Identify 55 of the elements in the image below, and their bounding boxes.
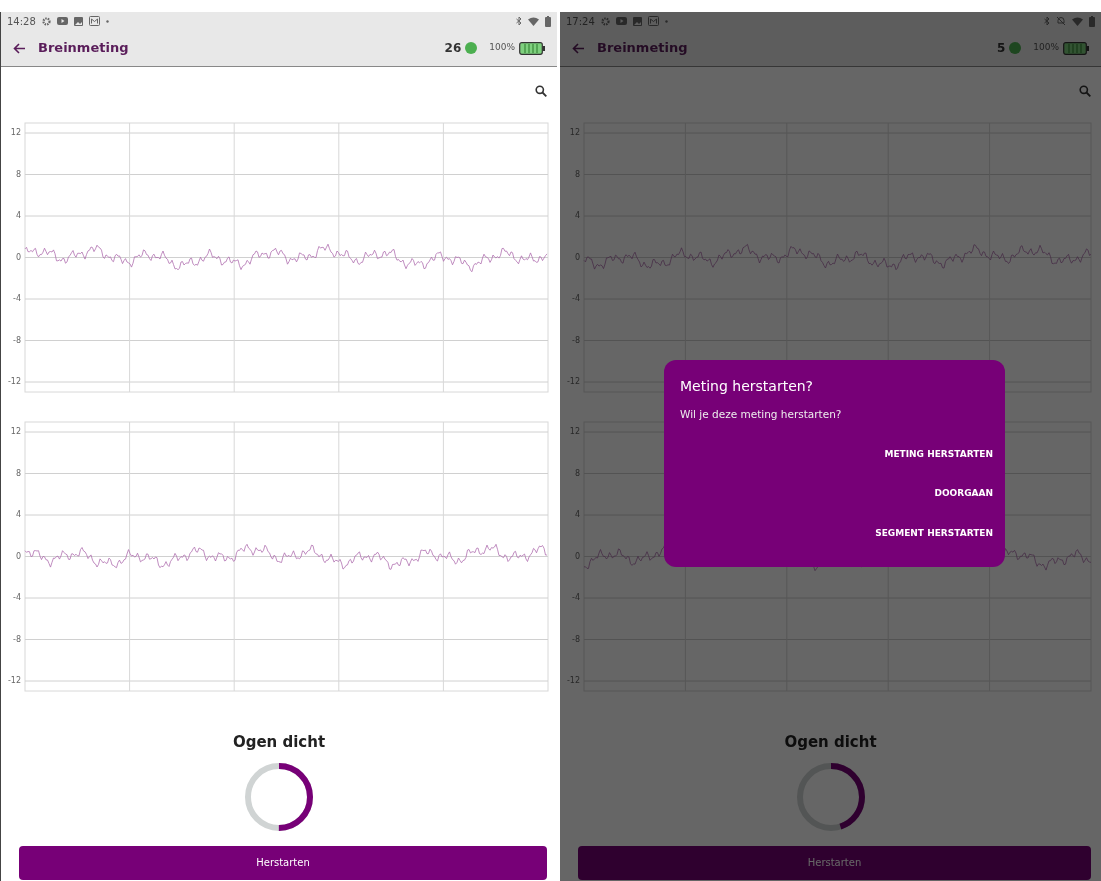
- battery-icon: [545, 15, 551, 27]
- progress-ring: [244, 761, 314, 832]
- axis-label: -4: [13, 593, 21, 602]
- axis-label: 12: [10, 128, 21, 137]
- clock-time: 14:28: [7, 14, 36, 29]
- axis-label: -8: [13, 634, 21, 644]
- battery-percent: 100%: [1033, 41, 1059, 55]
- axis-label: 8: [15, 169, 21, 179]
- axis-label: -12: [7, 377, 21, 386]
- progress-ring: [795, 761, 866, 832]
- dialog-action[interactable]: METING HERSTARTEN: [884, 438, 993, 471]
- dialog-message: Wil je deze meting herstarten?: [680, 407, 843, 422]
- axis-label: 0: [15, 551, 21, 561]
- axis-label: 12: [569, 427, 580, 436]
- axis-label: 0: [15, 252, 21, 262]
- axis-label: 4: [15, 211, 21, 220]
- dot-icon: [105, 19, 109, 23]
- page-title: Breinmeting: [597, 39, 688, 58]
- axis-label: 12: [10, 427, 21, 436]
- dot-icon: [664, 19, 668, 23]
- dialog-title: Meting herstarten?: [680, 377, 815, 396]
- page-title: Breinmeting: [38, 39, 129, 58]
- battery-percent: 100%: [489, 41, 515, 55]
- dialog-action[interactable]: DOORGAAN: [934, 478, 993, 510]
- axis-label: 12: [569, 128, 580, 137]
- bluetooth-icon: [1044, 16, 1050, 26]
- battery-icon: [519, 41, 545, 55]
- axis-label: -4: [13, 294, 21, 303]
- phase-title: Ogen dicht: [231, 732, 327, 753]
- battery-icon: [1089, 15, 1095, 27]
- status-dot-icon: [1009, 42, 1022, 54]
- axis-label: -12: [566, 377, 580, 386]
- axis-label: -8: [13, 335, 21, 345]
- wifi-icon: [1072, 16, 1083, 26]
- connection-count: 5: [996, 40, 1006, 57]
- axis-label: -12: [7, 676, 21, 685]
- phase-title: Ogen dicht: [783, 732, 878, 753]
- muted-bell-icon: [1056, 16, 1066, 26]
- video-icon: [56, 17, 68, 25]
- image-icon: [73, 16, 83, 26]
- image-icon: [632, 16, 642, 26]
- back-arrow-icon[interactable]: [13, 42, 26, 54]
- axis-label: 4: [15, 510, 21, 519]
- search-icon[interactable]: [535, 85, 547, 97]
- wifi-icon: [528, 16, 539, 26]
- clock-time: 17:24: [566, 14, 595, 29]
- video-icon: [615, 17, 627, 25]
- dialog-action[interactable]: SEGMENT HERSTARTEN: [875, 517, 993, 550]
- battery-icon: [1063, 41, 1089, 55]
- restart-button[interactable]: Herstarten: [19, 845, 547, 880]
- axis-label: -12: [566, 676, 580, 685]
- axis-label: 8: [15, 468, 21, 478]
- status-dot-icon: [465, 42, 478, 54]
- connection-count: 26: [444, 40, 462, 57]
- bluetooth-icon: [516, 16, 522, 26]
